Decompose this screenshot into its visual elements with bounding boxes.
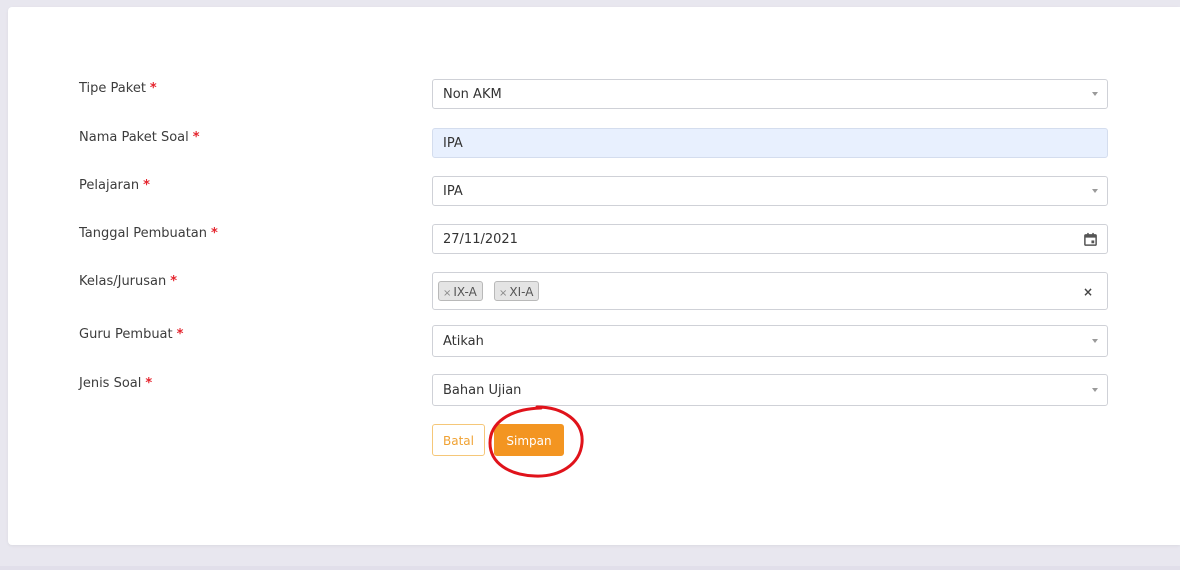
label-guru: Guru Pembuat * — [79, 327, 184, 342]
cancel-button[interactable]: Batal — [432, 424, 485, 456]
tag-remove-icon[interactable]: × — [499, 288, 507, 299]
label-pelajaran: Pelajaran * — [79, 178, 150, 193]
label-tanggal: Tanggal Pembuatan * — [79, 226, 218, 241]
row-tanggal: Tanggal Pembuatan * 27/11/2021 — [8, 224, 1180, 258]
jenis-value: Bahan Ujian — [443, 383, 522, 398]
row-jenis: Jenis Soal * Bahan Ujian — [8, 374, 1180, 408]
kelas-multiselect[interactable]: × IX-A × XI-A × — [432, 272, 1108, 310]
tanggal-value: 27/11/2021 — [443, 232, 518, 247]
chevron-down-icon — [1092, 92, 1098, 96]
chevron-down-icon — [1092, 388, 1098, 392]
pelajaran-select[interactable]: IPA — [432, 176, 1108, 206]
required-mark: * — [170, 274, 178, 289]
guru-select[interactable]: Atikah — [432, 325, 1108, 357]
label-tipe-paket: Tipe Paket * — [79, 81, 157, 96]
kelas-tag[interactable]: × IX-A — [438, 281, 483, 301]
chevron-down-icon — [1092, 189, 1098, 193]
required-mark: * — [192, 130, 200, 145]
required-mark: * — [176, 327, 184, 342]
label-kelas: Kelas/Jurusan * — [79, 274, 178, 289]
tipe-paket-value: Non AKM — [443, 87, 502, 102]
tanggal-date-input[interactable]: 27/11/2021 — [432, 224, 1108, 254]
tipe-paket-select[interactable]: Non AKM — [432, 79, 1108, 109]
save-button[interactable]: Simpan — [494, 424, 564, 456]
jenis-select[interactable]: Bahan Ujian — [432, 374, 1108, 406]
required-mark: * — [143, 178, 150, 193]
row-kelas: Kelas/Jurusan * × IX-A × XI-A × — [8, 272, 1180, 310]
guru-value: Atikah — [443, 334, 484, 349]
page-bottom-divider — [0, 566, 1180, 570]
label-nama-paket: Nama Paket Soal * — [79, 130, 200, 145]
required-mark: * — [149, 81, 157, 96]
nama-paket-value: IPA — [443, 136, 463, 151]
pelajaran-value: IPA — [443, 184, 463, 199]
nama-paket-input[interactable]: IPA — [432, 128, 1108, 158]
chevron-down-icon — [1092, 339, 1098, 343]
required-mark: * — [145, 376, 153, 391]
row-guru: Guru Pembuat * Atikah — [8, 325, 1180, 359]
kelas-tag[interactable]: × XI-A — [494, 281, 540, 301]
required-mark: * — [211, 226, 218, 241]
form-card: Tipe Paket * Non AKM Nama Paket Soal * IPA… — [8, 7, 1180, 545]
row-nama-paket: Nama Paket Soal * IPA — [8, 128, 1180, 162]
row-pelajaran: Pelajaran * IPA — [8, 176, 1180, 210]
clear-icon[interactable]: × — [1083, 273, 1093, 311]
row-tipe-paket: Tipe Paket * Non AKM — [8, 79, 1180, 113]
tag-remove-icon[interactable]: × — [443, 288, 451, 299]
calendar-icon[interactable] — [1083, 232, 1098, 247]
label-jenis: Jenis Soal * — [79, 376, 153, 391]
